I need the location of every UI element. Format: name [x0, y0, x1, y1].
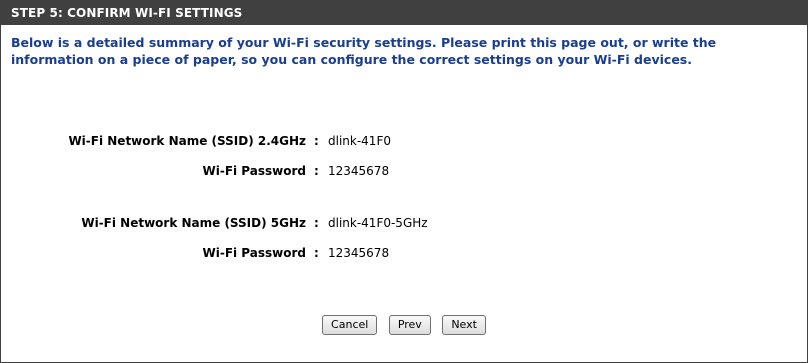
step-header: STEP 5: CONFIRM WI-FI SETTINGS: [1, 1, 807, 25]
ssid-5-separator: :: [314, 216, 319, 230]
prev-button[interactable]: Prev: [388, 315, 431, 335]
ssid-24-value: dlink-41F0: [328, 134, 391, 148]
ssid-5-label: Wi-Fi Network Name (SSID) 5GHz: [81, 216, 306, 230]
wizard-panel: STEP 5: CONFIRM WI-FI SETTINGS Below is …: [0, 0, 808, 363]
password-5-label: Wi-Fi Password: [202, 246, 306, 260]
password-24-value: 12345678: [328, 164, 390, 178]
password-5-value: 12345678: [328, 246, 390, 260]
cancel-button[interactable]: Cancel: [322, 315, 378, 335]
password-24-separator: :: [314, 164, 319, 178]
next-button[interactable]: Next: [442, 315, 486, 335]
ssid-24-separator: :: [314, 134, 319, 148]
ssid-5-value: dlink-41F0-5GHz: [328, 216, 428, 230]
summary-description: Below is a detailed summary of your Wi-F…: [11, 35, 717, 67]
wizard-buttons: Cancel Prev Next: [1, 315, 807, 335]
password-24-label: Wi-Fi Password: [202, 164, 306, 178]
ssid-24-label: Wi-Fi Network Name (SSID) 2.4GHz: [68, 134, 306, 148]
password-5-separator: :: [314, 246, 319, 260]
